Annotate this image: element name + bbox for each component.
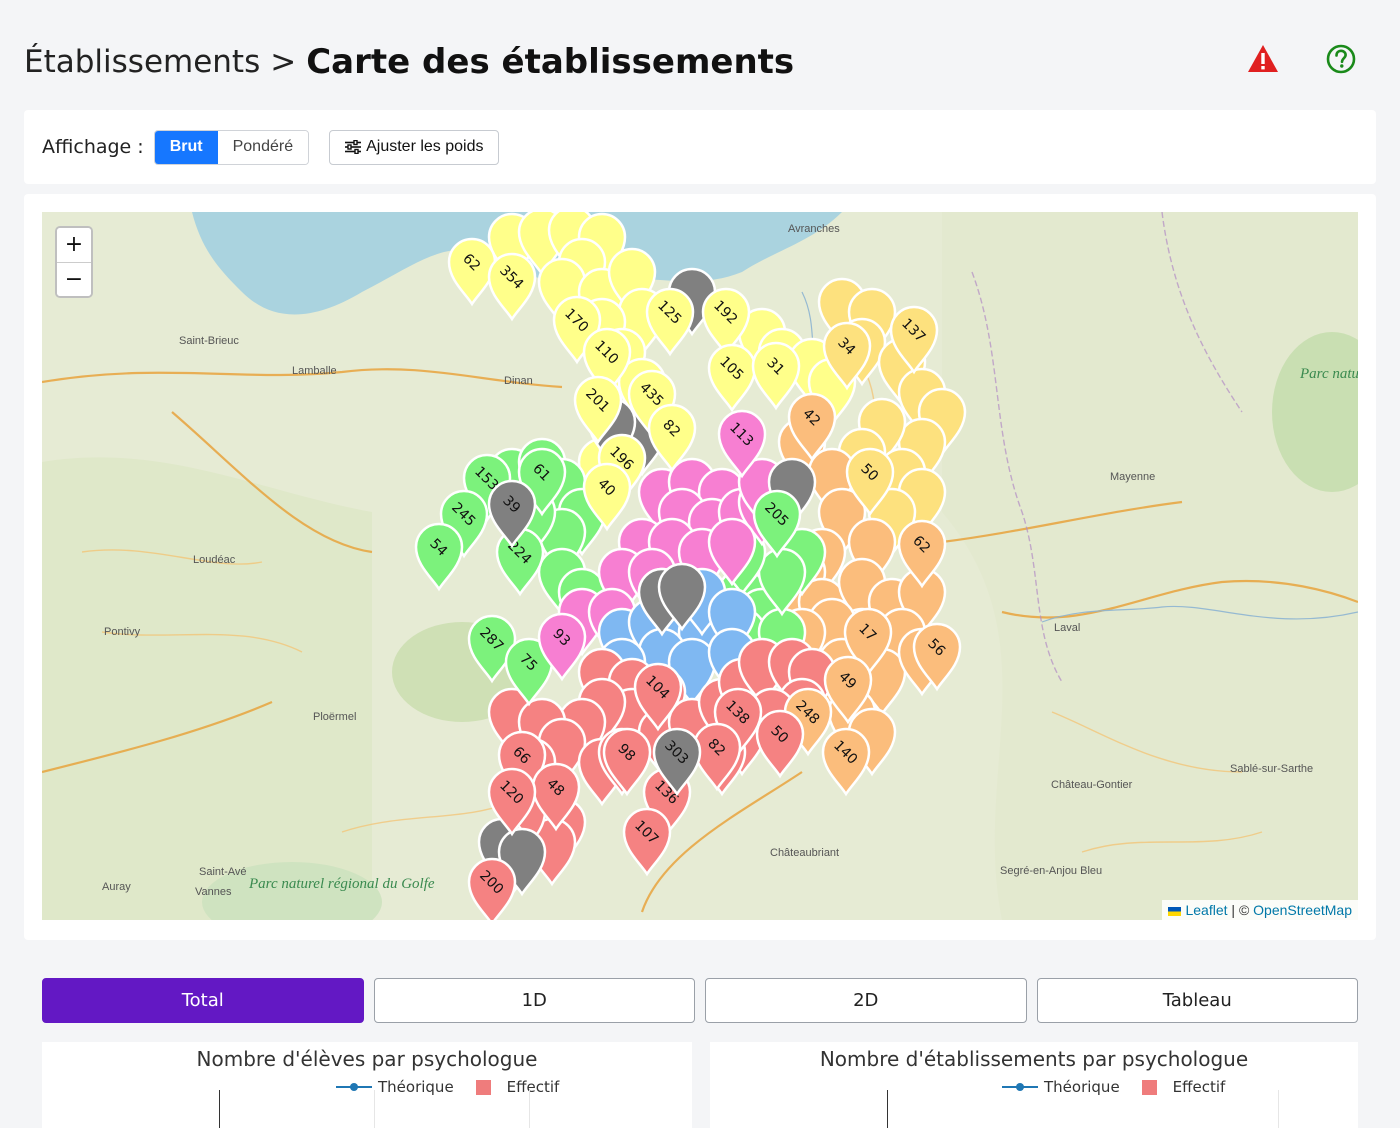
chart-gridline (374, 1090, 375, 1128)
display-raw-button[interactable]: Brut (154, 130, 218, 164)
zoom-out-button[interactable]: − (57, 262, 91, 296)
breadcrumb-separator: > (270, 44, 297, 80)
legend-label-theoretical: Théorique (378, 1078, 454, 1096)
leaflet-link[interactable]: Leaflet (1185, 902, 1227, 918)
adjust-weights-label: Ajuster les poids (366, 138, 484, 155)
town-label: Mayenne (1110, 471, 1155, 483)
town-label: Auray (102, 881, 131, 893)
stats-tabs: Total 1D 2D Tableau (42, 978, 1358, 1023)
chart-legend: Théorique Effectif (1002, 1078, 1225, 1096)
legend-label-effective: Effectif (506, 1078, 560, 1096)
openstreetmap-link[interactable]: OpenStreetMap (1253, 902, 1352, 918)
chart-title: Nombre d'établissements par psychologue (819, 1047, 1249, 1071)
town-label: Châteaubriant (770, 847, 839, 859)
park-label: Parc naturel régional du Golfe (248, 876, 435, 892)
display-label: Affichage : (42, 136, 144, 158)
establishments-map[interactable]: Avranches Saint-Brieuc Lamballe Dinan Lo… (42, 212, 1358, 920)
chart-schools-per-psychologist: Nombre d'établissements par psychologue … (710, 1042, 1358, 1128)
town-label: Lamballe (292, 365, 337, 377)
tab-table[interactable]: Tableau (1036, 978, 1358, 1023)
legend-box-effective[interactable] (1141, 1079, 1157, 1095)
town-label: Dinan (504, 375, 533, 387)
chart-y-axis (219, 1090, 220, 1128)
zoom-in-button[interactable]: + (57, 228, 91, 262)
town-label: Ploërmel (313, 711, 356, 723)
zoom-control: + − (55, 226, 93, 298)
chart-gridline (529, 1090, 530, 1128)
warning-triangle-icon[interactable] (1246, 42, 1280, 76)
breadcrumb-parent[interactable]: Établissements (24, 44, 260, 80)
map-card: Avranches Saint-Brieuc Lamballe Dinan Lo… (24, 194, 1376, 940)
help-circle-icon[interactable] (1324, 42, 1358, 76)
legend-label-effective: Effectif (1172, 1078, 1226, 1096)
chart-legend: Théorique Effectif (336, 1078, 559, 1096)
town-label: Château-Gontier (1051, 779, 1133, 791)
page-title: Carte des établissements (306, 42, 795, 82)
chart-y-axis (887, 1090, 888, 1128)
legend-line-theoretical[interactable] (1002, 1083, 1038, 1091)
map-base-layer: Avranches Saint-Brieuc Lamballe Dinan Lo… (42, 212, 1358, 920)
park-label: Parc naturel régional Normandie-Maine (1299, 366, 1358, 382)
legend-label-theoretical: Théorique (1044, 1078, 1120, 1096)
town-label: Avranches (788, 223, 840, 235)
town-label: Loudéac (193, 554, 236, 566)
legend-box-effective[interactable] (475, 1079, 491, 1095)
chart-students-per-psychologist: Nombre d'élèves par psychologue Théoriqu… (42, 1042, 692, 1128)
town-label: Sablé-sur-Sarthe (1230, 763, 1313, 775)
town-label: Saint-Avé (199, 866, 247, 878)
town-label: Segré-en-Anjou Bleu (1000, 865, 1102, 877)
tab-total[interactable]: Total (42, 978, 364, 1023)
attribution-separator: | © (1231, 902, 1250, 918)
chart-gridline (1278, 1090, 1279, 1128)
display-weighted-button[interactable]: Pondéré (217, 130, 309, 164)
page-header: Établissements > Carte des établissement… (24, 38, 1376, 86)
display-toolbar: Affichage : Brut Pondéré Ajuster les poi… (24, 110, 1376, 184)
town-label: Pontivy (104, 626, 141, 638)
sliders-icon (345, 140, 362, 154)
legend-line-theoretical[interactable] (336, 1083, 372, 1091)
town-label: Vannes (195, 886, 232, 898)
tab-1d[interactable]: 1D (373, 978, 695, 1023)
adjust-weights-button[interactable]: Ajuster les poids (329, 129, 500, 165)
header-actions (1246, 42, 1358, 76)
map-attribution: Leaflet | © OpenStreetMap (1162, 900, 1358, 920)
town-label: Laval (1054, 622, 1080, 634)
town-label: Saint-Brieuc (179, 335, 239, 347)
chart-title: Nombre d'élèves par psychologue (196, 1047, 538, 1071)
display-mode-toggle: Brut Pondéré (153, 129, 310, 165)
ukraine-flag-icon (1168, 906, 1182, 916)
tab-2d[interactable]: 2D (705, 978, 1027, 1023)
